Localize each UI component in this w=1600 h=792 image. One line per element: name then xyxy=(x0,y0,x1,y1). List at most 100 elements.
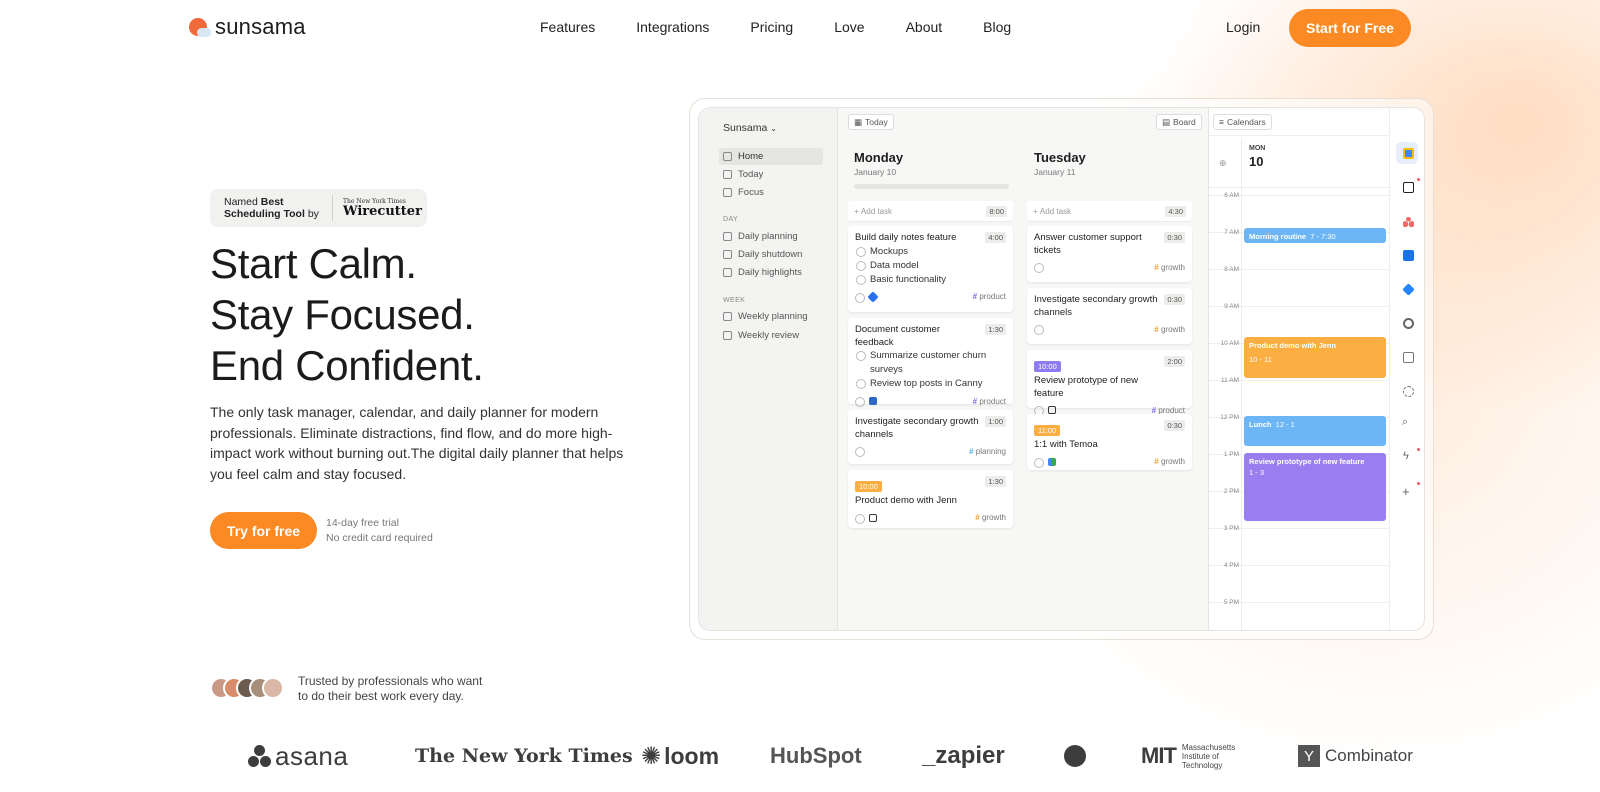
app-sidebar: Sunsama ⌄ Home Today Focus DAY Daily pla… xyxy=(699,108,837,630)
hour-label: 12 PM xyxy=(1220,414,1239,421)
calendar-event[interactable]: Review prototype of new feature 1 - 3 xyxy=(1244,453,1386,521)
workspace-switcher[interactable]: Sunsama ⌄ xyxy=(723,122,777,134)
hero-description: The only task manager, calendar, and dai… xyxy=(210,404,624,482)
chevron-down-icon: ⌄ xyxy=(770,124,777,133)
wirecutter-badge: Named Best Scheduling Tool by The New Yo… xyxy=(210,189,427,227)
task-card[interactable]: 10:00 1:30 Product demo with Jenn # growt… xyxy=(848,470,1013,528)
task-card[interactable]: Build daily notes feature 4:00 Mockups Da… xyxy=(848,226,1013,312)
asana-dots-icon xyxy=(248,745,272,767)
bolt-icon[interactable]: ϟ xyxy=(1403,450,1409,462)
login-link[interactable]: Login xyxy=(1226,19,1260,35)
target-icon[interactable] xyxy=(1403,318,1414,329)
calendar-event[interactable]: Morning routine 7 - 7:30 xyxy=(1244,228,1386,243)
calendars-button[interactable]: ≡ Calendars xyxy=(1213,114,1272,130)
jira-icon[interactable] xyxy=(1402,283,1415,296)
checkbox-icon[interactable] xyxy=(856,260,866,271)
task-card[interactable]: 10:00 2:00 Review prototype of new featur… xyxy=(1027,350,1192,416)
sidebar-item-weekly-review[interactable]: Weekly review xyxy=(719,327,823,344)
time-badge: 10:00 xyxy=(1034,361,1061,372)
complete-checkbox-icon[interactable] xyxy=(855,447,865,457)
sidebar-item-today[interactable]: Today xyxy=(719,166,823,183)
try-for-free-button[interactable]: Try for free xyxy=(210,512,317,549)
calendar-header-divider xyxy=(1209,187,1389,188)
headline-line-1: Start Calm. xyxy=(210,240,417,287)
sidebar-item-home[interactable]: Home xyxy=(719,148,823,165)
headline-line-2: Stay Focused. xyxy=(210,291,475,338)
logo-strip: asana The New York Times ✺ loom HubSpot … xyxy=(248,736,1418,776)
hour-label: 11 AM xyxy=(1221,377,1239,384)
complete-checkbox-icon[interactable] xyxy=(1034,325,1044,335)
google-calendar-icon[interactable] xyxy=(1403,148,1414,159)
today-button[interactable]: ▦ Today xyxy=(848,114,894,130)
archive-icon[interactable] xyxy=(1403,352,1414,363)
complete-checkbox-icon[interactable] xyxy=(855,397,865,407)
task-card[interactable]: Investigate secondary growth channels 1:0… xyxy=(848,410,1013,464)
task-card[interactable]: Answer customer support tickets 0:30 # gr… xyxy=(1027,226,1192,282)
trello-icon[interactable] xyxy=(1403,250,1414,261)
checkbox-icon[interactable] xyxy=(856,274,866,285)
nav-about[interactable]: About xyxy=(906,19,943,35)
notification-dot xyxy=(1417,178,1420,181)
checkbox-icon[interactable] xyxy=(856,379,866,389)
main-nav: Features Integrations Pricing Love About… xyxy=(540,19,1011,35)
hour-label: 7 AM xyxy=(1224,229,1239,236)
hubspot-logo: HubSpot xyxy=(770,743,862,768)
notion-icon[interactable] xyxy=(1403,182,1414,193)
refresh-icon[interactable] xyxy=(1403,386,1414,397)
calendar-icon: ▦ xyxy=(854,116,863,127)
calendar-day-number: 10 xyxy=(1249,154,1264,169)
trial-note: 14-day free trial No credit card require… xyxy=(326,517,433,544)
search-icon[interactable]: ⌕ xyxy=(1402,416,1408,429)
complete-checkbox-icon[interactable] xyxy=(1034,457,1044,468)
task-card[interactable]: 11:00 0:30 1:1 with Temoa # growth xyxy=(1027,414,1192,470)
checkbox-icon[interactable] xyxy=(856,351,866,361)
jira-icon xyxy=(867,290,879,303)
sidebar-item-focus[interactable]: Focus xyxy=(719,184,823,201)
calendar-event[interactable]: Product demo with Jenn 10 - 11 xyxy=(1244,337,1386,378)
user-avatars xyxy=(210,677,284,699)
nav-pricing[interactable]: Pricing xyxy=(750,19,793,35)
book-icon xyxy=(723,250,732,259)
sidebar-item-daily-planning[interactable]: Daily planning xyxy=(719,228,823,245)
clipboard-icon xyxy=(723,312,732,321)
asana-icon[interactable] xyxy=(1403,216,1414,227)
sidebar-item-weekly-planning[interactable]: Weekly planning xyxy=(719,308,823,325)
calendar-event[interactable]: Lunch 12 - 1 xyxy=(1244,416,1386,446)
zoom-icon[interactable]: ⊕ xyxy=(1219,158,1227,169)
complete-checkbox-icon[interactable] xyxy=(855,292,865,303)
nav-features[interactable]: Features xyxy=(540,19,595,35)
sidebar-section-week: WEEK xyxy=(723,297,746,304)
brand-logo[interactable]: sunsama xyxy=(189,14,306,40)
sidebar-item-daily-shutdown[interactable]: Daily shutdown xyxy=(719,246,823,263)
board-button[interactable]: ▤ Board xyxy=(1156,114,1202,130)
hour-label: 9 AM xyxy=(1224,303,1239,310)
task-card[interactable]: Investigate secondary growth channels 0:3… xyxy=(1027,288,1192,344)
notification-dot xyxy=(1417,482,1420,485)
yc-box-icon: Y xyxy=(1298,745,1320,767)
tuesday-title: Tuesday xyxy=(1034,150,1086,165)
google-calendar-icon xyxy=(1048,457,1056,466)
nav-integrations[interactable]: Integrations xyxy=(636,19,709,35)
book-icon xyxy=(723,331,732,340)
calendar-panel: ≡ Calendars ⊕ MON 10 6 AM 7 AM 8 AM 9 AM 10 A… xyxy=(1209,108,1389,630)
app-window: Sunsama ⌄ Home Today Focus DAY Daily pla… xyxy=(698,107,1425,631)
complete-checkbox-icon[interactable] xyxy=(1034,263,1044,273)
nav-love[interactable]: Love xyxy=(834,19,864,35)
brand-name: sunsama xyxy=(215,14,306,39)
monday-add-task[interactable]: + Add task 8:00 xyxy=(848,201,1013,221)
start-for-free-button[interactable]: Start for Free xyxy=(1289,9,1411,47)
plus-icon[interactable]: + xyxy=(1402,484,1410,499)
sidebar-item-daily-highlights[interactable]: Daily highlights xyxy=(719,264,823,281)
loom-logo: ✺ loom xyxy=(641,742,720,770)
hour-label: 8 AM xyxy=(1224,266,1239,273)
complete-checkbox-icon[interactable] xyxy=(855,513,865,524)
integrations-rail: ⌕ ϟ + xyxy=(1389,108,1424,630)
tuesday-add-task[interactable]: + Add task 4:30 xyxy=(1027,201,1192,221)
task-card[interactable]: Document customer feedback 1:30 Summarize… xyxy=(848,318,1013,407)
home-icon xyxy=(723,152,732,161)
calendar-divider xyxy=(1209,135,1389,136)
hour-label: 1 PM xyxy=(1223,451,1239,458)
nav-blog[interactable]: Blog xyxy=(983,19,1011,35)
headline-line-3: End Confident. xyxy=(210,342,484,389)
checkbox-icon[interactable] xyxy=(856,246,866,257)
